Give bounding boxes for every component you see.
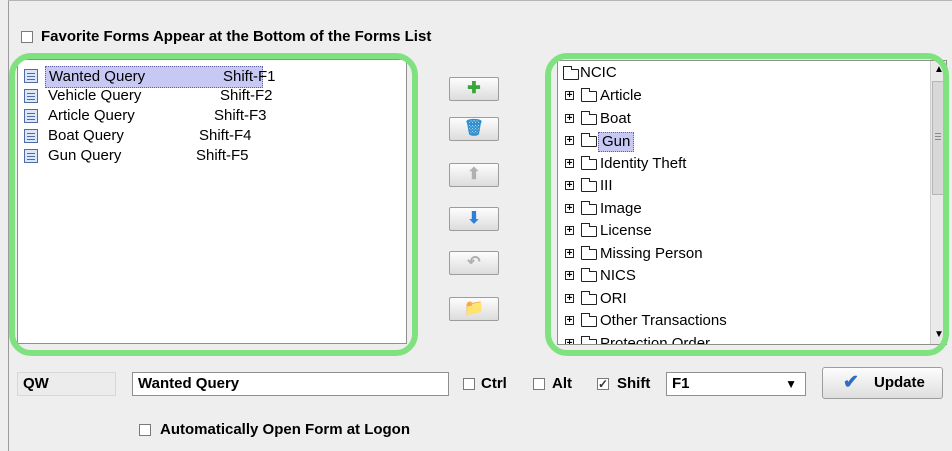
auto-open-checkbox[interactable] [139,424,151,436]
update-button[interactable]: ✔ Update [822,367,943,399]
alt-checkbox[interactable] [533,378,545,390]
shift-checkbox[interactable]: ✓ [597,378,609,390]
add-button[interactable]: ✚ [449,77,499,101]
auto-open-label: Automatically Open Form at Logon [160,421,411,438]
favorites-label: Favorite Forms Appear at the Bottom of t… [41,28,432,45]
window-top-border [8,0,952,1]
key-select[interactable]: F1 ▼ [666,372,806,396]
folder-add-icon: 📁 [464,300,484,317]
forms-list-highlight [9,53,418,356]
category-tree-highlight [545,53,949,356]
undo-button[interactable]: ↶ [449,251,499,275]
form-code-field: QW [17,372,116,396]
favorites-checkbox[interactable] [21,31,33,43]
update-label: Update [874,374,925,391]
undo-icon: ↶ [467,254,481,271]
checkmark-icon: ✔ [843,372,859,393]
chevron-down-icon: ▼ [785,377,797,391]
alt-label: Alt [552,375,572,392]
form-name-input[interactable]: Wanted Query [132,372,449,396]
up-arrow-icon: ⬆ [467,166,481,183]
ctrl-checkbox[interactable] [463,378,475,390]
ctrl-label: Ctrl [481,375,507,392]
shift-label: Shift [617,375,651,392]
recycle-bin-icon: 🗑 [463,120,485,137]
key-select-value: F1 [672,375,690,392]
plus-icon: ✚ [467,80,481,97]
move-down-button[interactable]: ⬇ [449,207,499,231]
down-arrow-icon: ⬇ [467,210,481,227]
move-up-button[interactable]: ⬆ [449,163,499,187]
delete-button[interactable]: 🗑 [449,117,499,141]
add-folder-button[interactable]: 📁 [449,297,499,321]
